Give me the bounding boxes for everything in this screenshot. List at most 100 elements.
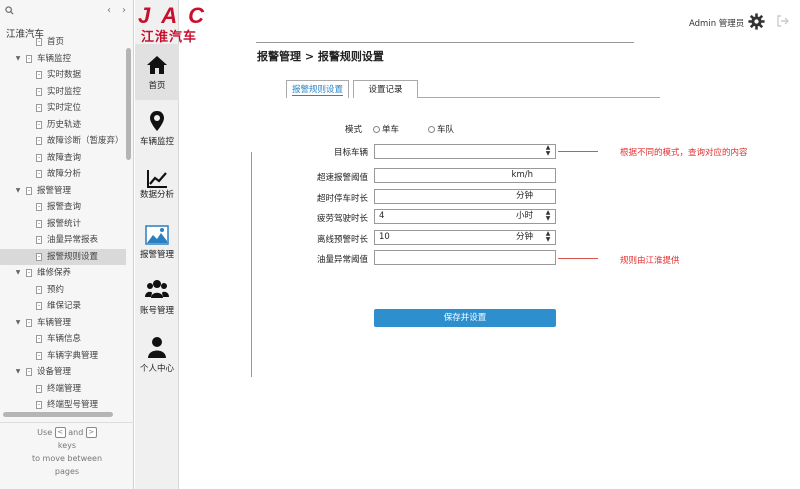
tree-item-label: 维修保养 xyxy=(37,268,72,278)
tree-item[interactable]: 首页 xyxy=(0,36,126,50)
tree-item[interactable]: ▼ 车辆管理 xyxy=(0,315,126,331)
nav-alarm-management[interactable]: 报警管理 xyxy=(135,218,179,274)
nav-personal-center[interactable]: 个人中心 xyxy=(135,332,179,388)
home-icon xyxy=(147,56,167,74)
fuel-threshold-input[interactable] xyxy=(374,250,556,265)
tree-item-label: 故障诊断（暂废弃） xyxy=(47,136,124,146)
tree-item[interactable]: 油量异常报表 xyxy=(0,232,126,248)
expand-arrow-icon[interactable]: ▼ xyxy=(14,364,22,380)
tab-settings-records[interactable]: 设置记录 xyxy=(353,80,418,98)
tree-item[interactable]: 报警统计 xyxy=(0,216,126,232)
fuel-annotation: 规则由江淮提供 xyxy=(620,256,680,266)
annotation-line xyxy=(558,258,598,259)
tree-item[interactable]: 故障分析 xyxy=(0,166,126,182)
logout-icon[interactable] xyxy=(776,14,790,28)
tree-item-label: 报警查询 xyxy=(47,202,82,212)
tree-item[interactable]: ▼ 维修保养 xyxy=(0,265,126,281)
right-key-icon: > xyxy=(85,427,97,438)
current-user[interactable]: Admin 管理员 xyxy=(689,17,744,29)
stop-duration-label: 超时停车时长 xyxy=(316,194,368,204)
page-icon xyxy=(36,104,42,112)
tab-alarm-rule-settings-label: 报警规则设置 xyxy=(291,85,343,96)
offline-duration-select[interactable]: 10 分钟 ▲ ▼ xyxy=(374,230,556,245)
tree-item[interactable]: 报警规则设置 xyxy=(0,248,126,265)
tree-item-label: 车辆字典管理 xyxy=(47,350,99,361)
page-icon xyxy=(36,401,42,409)
fatigue-duration-select[interactable]: 4 小时 ▲ ▼ xyxy=(374,209,556,224)
expand-arrow-icon[interactable]: ▼ xyxy=(14,183,22,199)
page-icon xyxy=(36,87,42,96)
tree-item[interactable]: 终端管理 xyxy=(0,381,126,397)
speed-threshold-input[interactable]: km/h xyxy=(374,168,556,183)
tree-item[interactable]: 历史轨迹 xyxy=(0,117,126,133)
stop-duration-input[interactable]: 分钟 xyxy=(374,189,556,204)
tree-item[interactable]: 实时定位 xyxy=(0,100,126,116)
tree-item[interactable]: ▼ 车辆监控 xyxy=(0,51,126,67)
next-page-button[interactable]: › xyxy=(119,5,129,17)
tree-item[interactable]: 故障查询 xyxy=(0,150,126,166)
tree-item-label: 油量异常报表 xyxy=(47,235,99,245)
page-icon xyxy=(36,120,42,129)
tree-item[interactable]: 车辆字典管理 xyxy=(0,348,126,364)
tree-item[interactable]: 实时监控 xyxy=(0,84,126,100)
users-icon xyxy=(145,280,169,298)
nav-vehicle-monitor[interactable]: 车辆监控 xyxy=(135,102,179,158)
page-icon xyxy=(36,203,42,211)
tab-settings-records-label: 设置记录 xyxy=(368,85,403,95)
expand-arrow-icon[interactable]: ▼ xyxy=(14,315,22,331)
mode-single-radio[interactable]: 单车 xyxy=(373,123,399,135)
mode-single-label: 单车 xyxy=(382,125,400,135)
target-annotation: 根据不同的模式，查询对应的内容 xyxy=(620,148,748,158)
tree-item[interactable]: ▼ 报警管理 xyxy=(0,183,126,199)
gear-icon[interactable] xyxy=(748,13,765,30)
form-divider xyxy=(251,152,252,377)
tree-item[interactable]: 报警查询 xyxy=(0,199,126,215)
breadcrumb: 报警管理 > 报警规则设置 xyxy=(257,50,384,63)
image-icon xyxy=(145,225,169,245)
tree-item-label: 首页 xyxy=(47,37,65,47)
tree-item[interactable]: 故障诊断（暂废弃） xyxy=(0,133,126,149)
tree-item[interactable]: ▼ 设备管理 xyxy=(0,364,126,380)
tree-item[interactable]: 维保记录 xyxy=(0,298,126,314)
fatigue-duration-value: 4 xyxy=(379,211,385,221)
tree-item-label: 终端型号管理 xyxy=(47,400,99,409)
target-vehicle-label: 目标车辆 xyxy=(333,148,368,158)
tree-item[interactable]: 预约 xyxy=(0,282,126,298)
radio-circle-icon xyxy=(428,126,435,133)
nav-account-management[interactable]: 账号管理 xyxy=(135,274,179,330)
page-icon xyxy=(36,219,42,228)
nav-data-analysis[interactable]: 数据分析 xyxy=(135,160,179,216)
page-icon xyxy=(26,368,32,376)
expand-arrow-icon[interactable]: ▼ xyxy=(14,51,22,67)
previous-page-button[interactable]: ‹ xyxy=(104,5,114,17)
select-arrows-icon: ▲ ▼ xyxy=(545,144,551,157)
save-and-apply-button[interactable]: 保存并设置 xyxy=(374,309,556,327)
tree-item[interactable]: 车辆信息 xyxy=(0,331,126,347)
nav-home-label: 首页 xyxy=(148,81,166,91)
hint-keys: keys xyxy=(57,441,77,450)
page-icon xyxy=(36,252,42,261)
mode-fleet-label: 车队 xyxy=(437,125,455,135)
tree-item[interactable]: 实时数据 xyxy=(0,67,126,83)
header-divider xyxy=(256,42,634,43)
search-icon[interactable] xyxy=(5,6,14,15)
speed-threshold-label: 超速报警阈值 xyxy=(316,173,368,183)
tree-item[interactable]: 终端型号管理 xyxy=(0,397,126,409)
nav-data-analysis-label: 数据分析 xyxy=(139,190,174,200)
keyboard-hint: Use < and > keys to move between pages xyxy=(0,426,134,478)
mode-fleet-radio[interactable]: 车队 xyxy=(428,123,454,135)
tree-item-label: 车辆管理 xyxy=(37,317,72,328)
nav-home[interactable]: 首页 xyxy=(135,44,179,100)
horizontal-scrollbar[interactable] xyxy=(3,412,113,417)
sidebar-toolbar: ‹ › xyxy=(0,0,134,22)
logo-cn-text: 江淮汽车 xyxy=(141,30,198,45)
expand-arrow-icon[interactable]: ▼ xyxy=(14,265,22,281)
tree-item-label: 车辆信息 xyxy=(47,334,82,344)
document-outline-sidebar: ‹ › 江淮汽车 首页 ▼ 车辆监控 实时数据 实时监控 实时定位 历史轨迹 故障诊断（暂废弃… xyxy=(0,0,134,489)
tab-divider xyxy=(418,97,660,98)
tab-alarm-rule-settings[interactable]: 报警规则设置 xyxy=(286,80,349,98)
vertical-scrollbar[interactable] xyxy=(126,48,131,160)
location-pin-icon xyxy=(150,111,164,131)
target-vehicle-select[interactable]: ▲ ▼ xyxy=(374,144,556,159)
user-icon xyxy=(148,337,166,358)
